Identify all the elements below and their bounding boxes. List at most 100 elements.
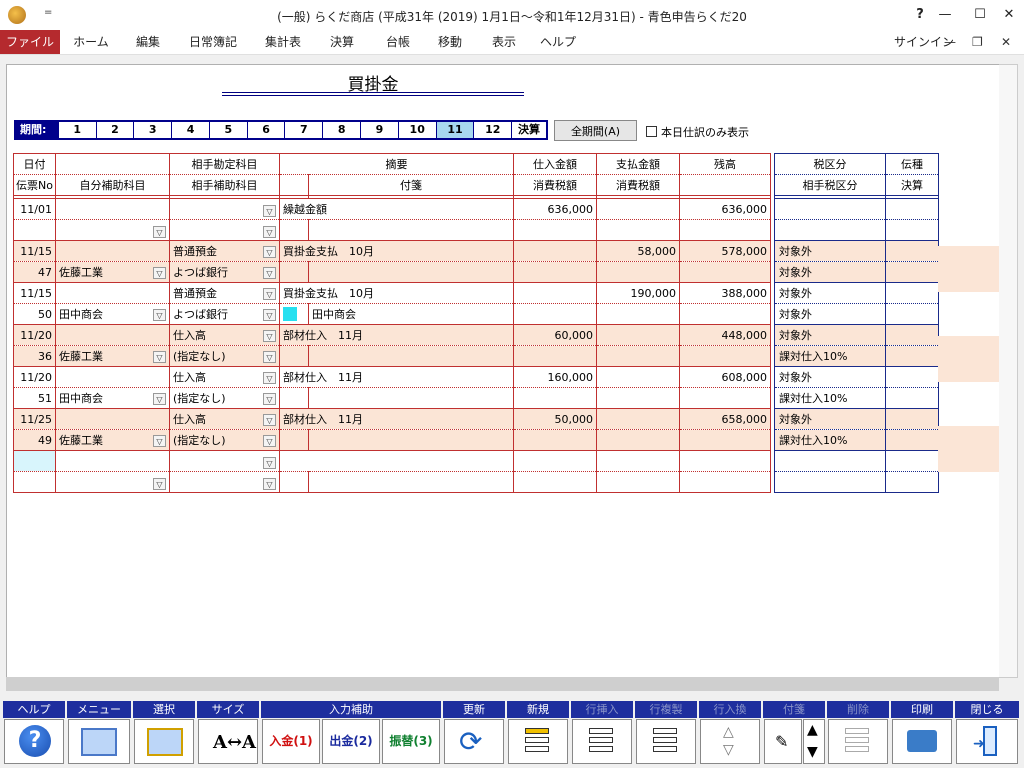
tax-row[interactable]: 対象外 <box>774 366 939 388</box>
cell-counter-tax[interactable]: 課対仕入10% <box>774 429 886 451</box>
doc-restore-button[interactable]: ❐ <box>972 30 983 54</box>
sticky-updown[interactable]: ▲ ▼ <box>803 719 825 764</box>
period-month-11[interactable]: 11 <box>435 122 474 138</box>
cell-counter-sub[interactable]: よつば銀行 <box>173 266 228 279</box>
cell-date[interactable]: 11/15 <box>13 240 56 262</box>
chevron-down-icon[interactable]: ▽ <box>263 309 276 321</box>
tax-row[interactable]: 対象外 <box>774 282 939 304</box>
close-button[interactable]: ✕ <box>994 4 1024 26</box>
table-row[interactable]: 11/15 普通預金 ▽ 買掛金支払 10月 58,000 578,000 <box>13 240 771 262</box>
close-window-button[interactable]: 閉じる ➜ <box>955 701 1019 765</box>
chevron-down-icon[interactable]: ▽ <box>263 351 276 363</box>
tax-row[interactable]: 対象外 <box>774 261 939 283</box>
cell-summary[interactable]: 買掛金支払 10月 <box>279 240 514 262</box>
cell-tax-class[interactable]: 対象外 <box>774 282 886 304</box>
cell-purchase[interactable] <box>513 282 597 304</box>
new-button[interactable]: 新規 <box>507 701 569 765</box>
period-month-9[interactable]: 9 <box>360 122 398 138</box>
period-month-3[interactable]: 3 <box>133 122 172 138</box>
cell-account[interactable]: 普通預金 <box>173 245 217 258</box>
menu-daily-bookkeeping[interactable]: 日常簿記 <box>180 30 246 54</box>
down-arrow-icon[interactable]: ▼ <box>807 744 818 760</box>
cell-tax-class[interactable] <box>774 198 886 220</box>
doc-close-button[interactable]: ✕ <box>1001 30 1011 54</box>
chevron-down-icon[interactable]: ▽ <box>263 477 276 490</box>
cell-purchase[interactable]: 636,000 <box>513 198 597 220</box>
tax-row[interactable] <box>774 219 939 241</box>
period-month-10[interactable]: 10 <box>397 122 436 138</box>
chevron-down-icon[interactable]: ▽ <box>153 351 166 363</box>
cell-purchase[interactable]: 60,000 <box>513 324 597 346</box>
chevron-down-icon[interactable]: ▽ <box>263 393 276 405</box>
menu-file[interactable]: ファイル <box>0 30 60 54</box>
chevron-down-icon[interactable]: ▽ <box>153 309 166 321</box>
cell-account[interactable]: 仕入高 <box>173 371 206 384</box>
select-button[interactable]: 選択 <box>133 701 195 765</box>
update-button[interactable]: 更新 ⟳ <box>443 701 505 765</box>
doc-minimize-button[interactable]: — <box>944 30 956 54</box>
cell-date[interactable]: 11/15 <box>13 282 56 304</box>
table-row[interactable]: 51 田中商会 ▽ (指定なし) ▽ <box>13 387 771 409</box>
tax-row[interactable]: 対象外 <box>774 408 939 430</box>
new-entry-row[interactable]: ▽ ▽ <box>13 471 771 493</box>
chevron-down-icon[interactable]: ▽ <box>153 393 166 405</box>
cell-tax-class[interactable]: 対象外 <box>774 240 886 262</box>
cell-no[interactable]: 50 <box>13 303 56 325</box>
table-row[interactable]: 11/25 仕入高 ▽ 部材仕入 11月 50,000 658,000 <box>13 408 771 430</box>
vertical-scrollbar[interactable] <box>999 64 1018 678</box>
cell-account[interactable]: 普通預金 <box>173 287 217 300</box>
cell-counter-tax[interactable]: 課対仕入10% <box>774 345 886 367</box>
horizontal-scrollbar[interactable] <box>6 677 999 691</box>
table-row[interactable]: ▽ ▽ <box>13 219 771 241</box>
cell-counter-sub[interactable]: (指定なし) <box>173 350 226 363</box>
menu-settlement[interactable]: 決算 <box>318 30 366 54</box>
period-month-6[interactable]: 6 <box>246 122 285 138</box>
new-date-input[interactable] <box>13 450 56 472</box>
chevron-down-icon[interactable]: ▽ <box>263 414 276 426</box>
menu-summary[interactable]: 集計表 <box>254 30 312 54</box>
cell-payment[interactable]: 58,000 <box>596 240 680 262</box>
cell-payment[interactable] <box>596 198 680 220</box>
tax-row[interactable] <box>774 450 939 472</box>
cell-account[interactable]: 仕入高 <box>173 329 206 342</box>
up-arrow-icon[interactable]: ▲ <box>807 722 818 738</box>
chevron-down-icon[interactable]: ▽ <box>263 204 276 217</box>
menu-view[interactable]: 表示 <box>480 30 528 54</box>
chevron-down-icon[interactable]: ▽ <box>263 288 276 300</box>
cell-counter-tax[interactable] <box>774 219 886 241</box>
minimize-button[interactable]: — <box>930 4 960 26</box>
cell-summary[interactable]: 買掛金支払 10月 <box>279 282 514 304</box>
cell-payment[interactable] <box>596 408 680 430</box>
cell-no[interactable]: 47 <box>13 261 56 283</box>
delete-button[interactable]: 削除 <box>827 701 889 765</box>
cell-summary[interactable]: 部材仕入 11月 <box>279 408 514 430</box>
cell-no[interactable]: 49 <box>13 429 56 451</box>
cell-purchase[interactable]: 50,000 <box>513 408 597 430</box>
cell-counter-tax[interactable]: 課対仕入10% <box>774 387 886 409</box>
cell-counter-sub[interactable]: (指定なし) <box>173 392 226 405</box>
chevron-down-icon[interactable]: ▽ <box>263 246 276 258</box>
cell-tax-class[interactable]: 対象外 <box>774 408 886 430</box>
tax-row[interactable]: 対象外 <box>774 324 939 346</box>
cell-counter-tax[interactable]: 対象外 <box>774 261 886 283</box>
period-month-4[interactable]: 4 <box>171 122 209 138</box>
cell-no[interactable]: 51 <box>13 387 56 409</box>
swap-row-button[interactable]: 行入換 △ ▽ <box>699 701 761 765</box>
cell-date[interactable]: 11/01 <box>13 198 56 220</box>
period-month-8[interactable]: 8 <box>322 122 361 138</box>
print-button[interactable]: 印刷 <box>891 701 953 765</box>
cell-payment[interactable] <box>596 366 680 388</box>
menu-move[interactable]: 移動 <box>426 30 474 54</box>
menu-ledger[interactable]: 台帳 <box>374 30 422 54</box>
cell-account[interactable]: ▽ <box>169 198 280 220</box>
chevron-down-icon[interactable]: ▽ <box>263 267 276 279</box>
table-row[interactable]: 36 佐藤工業 ▽ (指定なし) ▽ <box>13 345 771 367</box>
cell-payment[interactable] <box>596 324 680 346</box>
table-row[interactable]: 11/01 ▽ 繰越金額 636,000 636,000 <box>13 198 771 220</box>
menu-help[interactable]: ヘルプ <box>532 30 584 54</box>
insert-row-button[interactable]: 行挿入 <box>571 701 633 765</box>
cell-summary[interactable]: 部材仕入 11月 <box>279 366 514 388</box>
tax-row[interactable]: 課対仕入10% <box>774 345 939 367</box>
cell-purchase[interactable]: 160,000 <box>513 366 597 388</box>
cell-own-sub[interactable]: 佐藤工業 <box>59 266 103 279</box>
